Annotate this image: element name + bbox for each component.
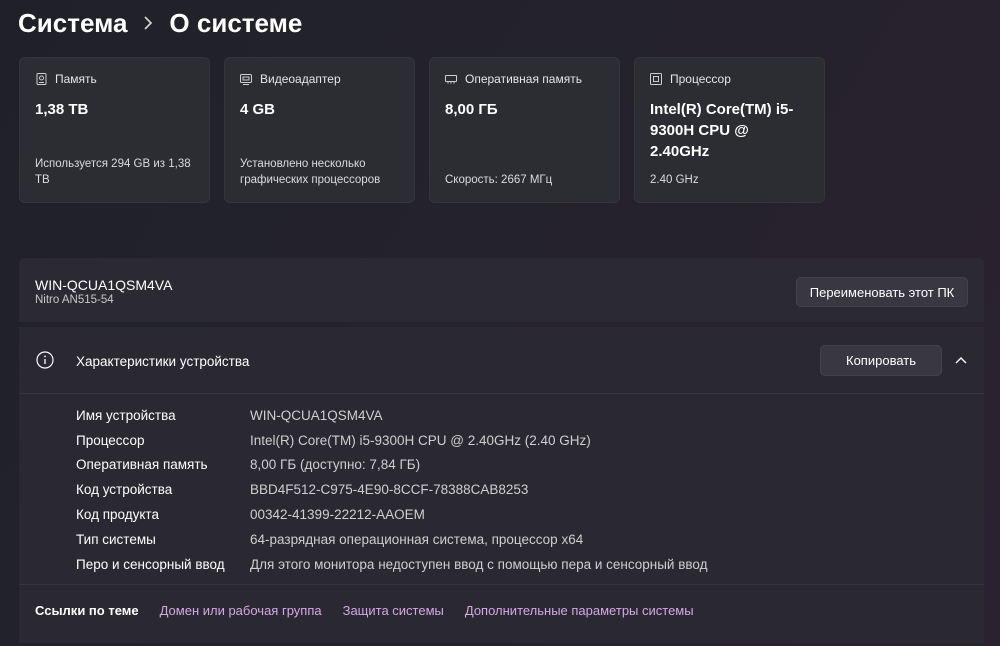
spec-value: 8,00 ГБ (доступно: 7,84 ГБ) (250, 457, 421, 473)
related-links-label: Ссылки по теме (35, 603, 139, 618)
breadcrumb: Система О системе (18, 4, 302, 42)
card-title: Видеоадаптер (260, 72, 341, 86)
spec-value: Intel(R) Core(TM) i5-9300H CPU @ 2.40GHz… (250, 432, 591, 448)
spec-row: Оперативная память 8,00 ГБ (доступно: 7,… (76, 453, 708, 478)
spec-row: Код устройства BBD4F512-C975-4E90-8CCF-7… (76, 477, 708, 502)
card-subtitle: Скорость: 2667 МГц (445, 174, 553, 186)
spec-key: Оперативная память (76, 457, 208, 473)
card-ram: Оперативная память 8,00 ГБ Скорость: 266… (429, 57, 620, 203)
link-advanced-system-settings[interactable]: Дополнительные параметры системы (465, 603, 694, 618)
spec-row: Процессор Intel(R) Core(TM) i5-9300H CPU… (76, 428, 708, 453)
card-value: 1,38 TB (35, 101, 89, 118)
spec-key: Код продукта (76, 507, 159, 523)
card-title: Процессор (670, 72, 731, 86)
card-value: 8,00 ГБ (445, 101, 498, 118)
storage-icon (35, 73, 47, 85)
breadcrumb-parent[interactable]: Система (18, 8, 127, 39)
spec-row: Тип системы 64-разрядная операционная си… (76, 527, 708, 552)
about-page: Система О системе Память 1,38 TB Использ… (0, 0, 1000, 646)
related-links: Ссылки по теме Домен или рабочая группа … (35, 603, 715, 618)
ram-icon (445, 73, 457, 85)
card-display-adapter: Видеоадаптер 4 GB Установлено несколько … (224, 57, 415, 203)
pc-model: Nitro AN515-54 (35, 294, 114, 306)
card-title: Оперативная память (465, 72, 582, 86)
link-system-protection[interactable]: Защита системы (343, 603, 444, 618)
card-value: 4 GB (240, 101, 276, 118)
spec-key: Перо и сенсорный ввод (76, 556, 225, 572)
spec-key: Код устройства (76, 482, 173, 498)
spec-row: Имя устройства WIN-QCUA1QSM4VA (76, 403, 708, 428)
info-icon (36, 351, 54, 369)
card-value: Intel(R) Core(TM) i5-9300H CPU @ 2.40GHz (650, 101, 794, 160)
rename-pc-button[interactable]: Переименовать этот ПК (796, 277, 968, 307)
pc-name: WIN-QCUA1QSM4VA (35, 277, 173, 293)
spec-value: 64-разрядная операционная система, проце… (250, 531, 584, 547)
device-specs-header[interactable]: Характеристики устройства Копировать (19, 327, 984, 394)
card-title: Память (55, 72, 97, 86)
spec-value: 00342-41399-22212-AAOEM (250, 507, 425, 523)
copy-button[interactable]: Копировать (820, 345, 942, 376)
processor-icon (650, 73, 662, 85)
page-title: О системе (169, 7, 303, 38)
divider (19, 584, 984, 585)
card-processor: Процессор Intel(R) Core(TM) i5-9300H CPU… (634, 57, 825, 203)
spec-key: Тип системы (76, 531, 156, 547)
spec-key: Процессор (76, 432, 145, 448)
spec-value: BBD4F512-C975-4E90-8CCF-78388CAB8253 (250, 482, 529, 498)
spec-row: Код продукта 00342-41399-22212-AAOEM (76, 502, 708, 527)
link-domain-workgroup[interactable]: Домен или рабочая группа (160, 603, 322, 618)
summary-cards: Память 1,38 TB Используется 294 GB из 1,… (19, 57, 825, 203)
display-adapter-icon (240, 73, 252, 85)
device-specs-title: Характеристики устройства (76, 354, 250, 369)
spec-row: Перо и сенсорный ввод Для этого монитора… (76, 552, 708, 577)
chevron-up-icon[interactable] (954, 354, 968, 366)
card-subtitle: Установлено несколько графических процес… (240, 158, 381, 186)
chevron-right-icon (143, 16, 153, 30)
card-subtitle: 2.40 GHz (650, 174, 699, 186)
device-specs-table: Имя устройства WIN-QCUA1QSM4VA Процессор… (76, 403, 708, 577)
card-storage: Память 1,38 TB Используется 294 GB из 1,… (19, 57, 210, 203)
card-subtitle: Используется 294 GB из 1,38 TB (35, 158, 191, 186)
spec-value: Для этого монитора недоступен ввод с пом… (250, 556, 708, 572)
spec-value: WIN-QCUA1QSM4VA (250, 407, 383, 423)
pc-name-row: WIN-QCUA1QSM4VA Nitro AN515-54 Переимено… (19, 258, 984, 322)
device-specs-panel: Характеристики устройства Копировать Имя… (19, 327, 984, 643)
spec-key: Имя устройства (76, 407, 176, 423)
